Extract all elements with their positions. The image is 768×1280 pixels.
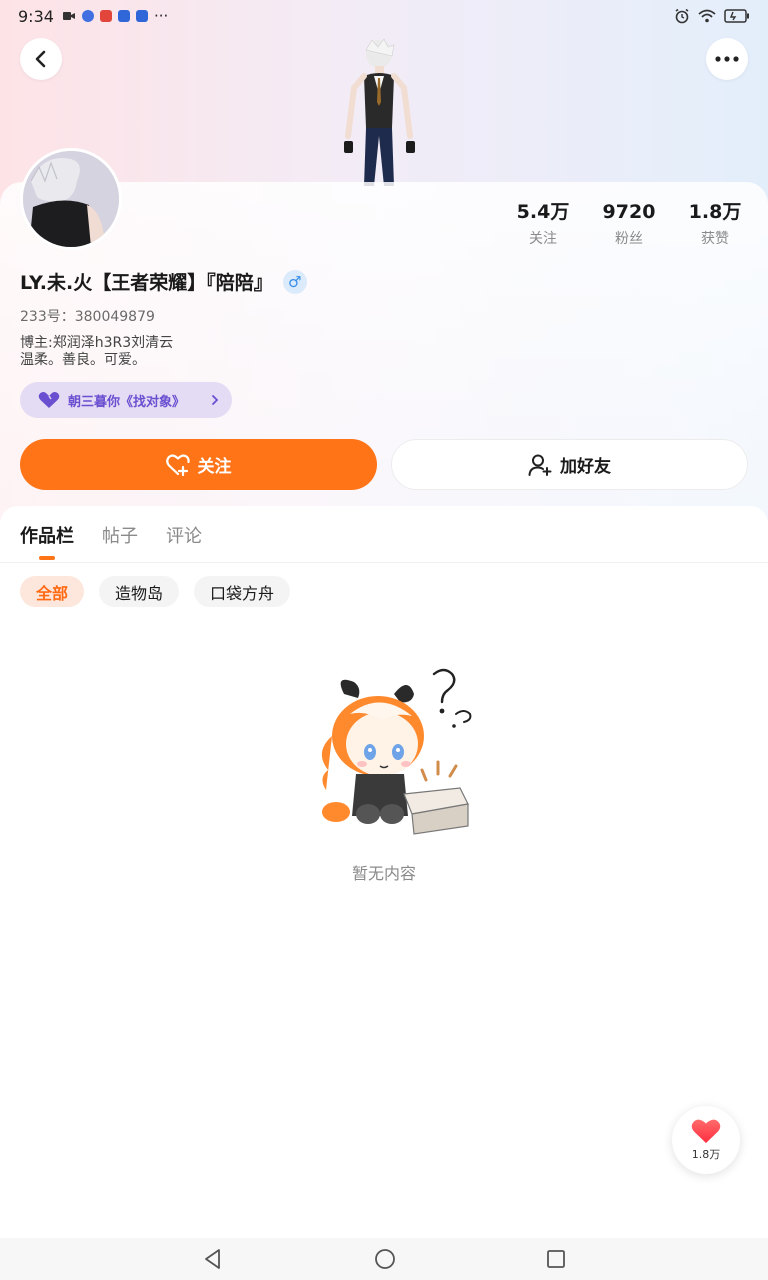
filter-chip-island[interactable]: 造物岛 bbox=[99, 576, 180, 607]
video-icon bbox=[62, 12, 75, 20]
stat-value: 9720 bbox=[602, 201, 656, 223]
empty-state-illustration bbox=[321, 668, 472, 835]
add-friend-button[interactable]: 加好友 bbox=[391, 439, 748, 490]
follow-label: 关注 bbox=[197, 457, 232, 477]
heart-plus-icon bbox=[165, 453, 190, 476]
app-icon bbox=[81, 10, 94, 22]
avatar[interactable] bbox=[20, 148, 122, 250]
paw-icon bbox=[117, 10, 130, 22]
stat-label: 关注 bbox=[529, 231, 557, 247]
stat-value: 1.8万 bbox=[688, 201, 742, 223]
wifi-icon bbox=[698, 9, 716, 23]
tab-active-indicator bbox=[39, 556, 55, 560]
stat-label: 获赞 bbox=[701, 231, 729, 247]
battery-icon bbox=[724, 9, 749, 23]
bio-line: 博主:郑润泽h3R3刘清云 bbox=[20, 335, 174, 351]
system-icons bbox=[674, 8, 750, 24]
tab-comments[interactable]: 评论 bbox=[166, 522, 202, 560]
user-id[interactable]: 233号：380049879 bbox=[20, 306, 155, 326]
dating-tag-label: 朝三暮你《找对象》 bbox=[68, 394, 186, 410]
stat-value: 5.4万 bbox=[516, 201, 570, 223]
heart-icon bbox=[691, 1119, 721, 1143]
tab-works[interactable]: 作品栏 bbox=[20, 522, 74, 560]
bio-line: 温柔。善良。可爱。 bbox=[20, 352, 146, 368]
stat-following[interactable]: 5.4万 关注 bbox=[500, 200, 586, 248]
add-user-icon bbox=[528, 454, 552, 476]
more-horizontal-icon bbox=[715, 56, 739, 62]
tab-posts[interactable]: 帖子 bbox=[102, 522, 138, 560]
username: LY.未.火【王者荣耀】『陪陪』 bbox=[20, 272, 273, 294]
tab-label: 评论 bbox=[166, 526, 202, 547]
heart-icon bbox=[38, 391, 60, 408]
avatar-image bbox=[23, 151, 119, 247]
home-circle-icon[interactable] bbox=[374, 1248, 396, 1270]
recents-square-icon[interactable] bbox=[546, 1249, 566, 1269]
name-row: LY.未.火【王者荣耀】『陪陪』 ♂ bbox=[20, 268, 307, 295]
chevron-right-icon bbox=[212, 395, 219, 405]
notification-icons: ··· bbox=[62, 7, 168, 25]
follow-button[interactable]: 关注 bbox=[20, 439, 377, 490]
stat-likes[interactable]: 1.8万 获赞 bbox=[672, 200, 758, 248]
filter-chips: 全部 造物岛 口袋方舟 bbox=[20, 576, 291, 607]
profile-tabs: 作品栏 帖子 评论 bbox=[20, 522, 202, 560]
like-count: 1.8万 bbox=[691, 1148, 721, 1161]
alarm-icon bbox=[675, 8, 689, 24]
status-bar: 9:34 ··· bbox=[0, 0, 768, 32]
dating-tag[interactable]: 朝三暮你《找对象》 bbox=[20, 382, 232, 418]
status-time: 9:34 bbox=[18, 6, 54, 26]
more-notifications: ··· bbox=[153, 7, 169, 25]
filter-chip-ark[interactable]: 口袋方舟 bbox=[194, 576, 291, 607]
empty-state-text: 暂无内容 bbox=[351, 864, 416, 883]
works-section: 作品栏 帖子 评论 全部 造物岛 口袋方舟 暂无内容 bbox=[0, 506, 768, 1238]
tab-label: 帖子 bbox=[102, 526, 138, 547]
like-floating-button[interactable]: 1.8万 bbox=[672, 1106, 740, 1174]
tab-label: 作品栏 bbox=[20, 526, 74, 547]
filter-chip-all[interactable]: 全部 bbox=[20, 576, 85, 607]
chevron-left-icon bbox=[35, 50, 46, 68]
stat-label: 粉丝 bbox=[615, 231, 643, 247]
avatar-3d-figure bbox=[344, 38, 415, 186]
stat-followers[interactable]: 9720 粉丝 bbox=[586, 200, 672, 248]
paw-icon bbox=[135, 10, 148, 22]
more-button[interactable] bbox=[706, 38, 748, 80]
back-button[interactable] bbox=[20, 38, 62, 80]
back-triangle-icon[interactable] bbox=[202, 1248, 224, 1270]
gender-male-icon: ♂ bbox=[282, 269, 307, 294]
add-friend-label: 加好友 bbox=[560, 457, 611, 477]
system-nav-bar bbox=[0, 1238, 768, 1280]
app-icon bbox=[99, 10, 112, 22]
bio: 博主:郑润泽h3R3刘清云 温柔。善良。可爱。 bbox=[20, 335, 173, 369]
tabs-divider bbox=[0, 562, 768, 563]
profile-stats: 5.4万 关注 9720 粉丝 1.8万 获赞 bbox=[500, 200, 760, 248]
